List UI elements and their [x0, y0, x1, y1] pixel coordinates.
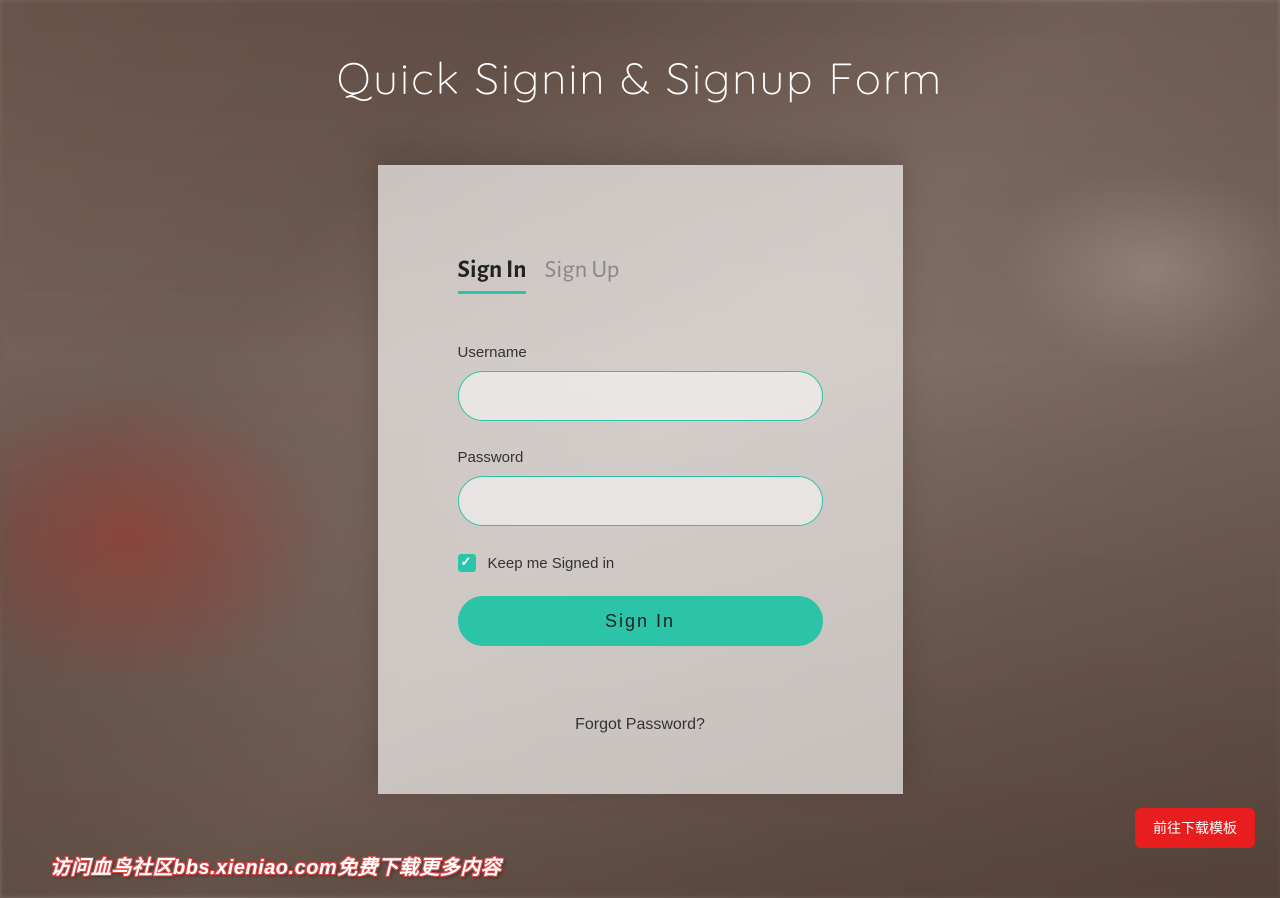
- tab-signin[interactable]: Sign In: [458, 255, 527, 294]
- auth-card: Sign In Sign Up Username Password Keep m…: [378, 165, 903, 794]
- keep-signed-row: Keep me Signed in: [458, 554, 823, 572]
- keep-signed-label: Keep me Signed in: [488, 555, 615, 572]
- password-group: Password: [458, 449, 823, 526]
- signin-button[interactable]: Sign In: [458, 596, 823, 646]
- tab-signup[interactable]: Sign Up: [544, 255, 619, 294]
- username-label: Username: [458, 344, 823, 361]
- download-template-button[interactable]: 前往下载模板: [1135, 808, 1255, 848]
- forgot-password-link[interactable]: Forgot Password?: [458, 716, 823, 734]
- username-input[interactable]: [458, 371, 823, 421]
- password-input[interactable]: [458, 476, 823, 526]
- username-group: Username: [458, 344, 823, 421]
- keep-signed-checkbox-visual[interactable]: [458, 554, 476, 572]
- auth-tabs: Sign In Sign Up: [458, 255, 823, 294]
- password-label: Password: [458, 449, 823, 466]
- watermark-text: 访问血鸟社区bbs.xieniao.com免费下载更多内容: [50, 851, 501, 880]
- page-title: Quick Signin & Signup Form: [0, 0, 1280, 165]
